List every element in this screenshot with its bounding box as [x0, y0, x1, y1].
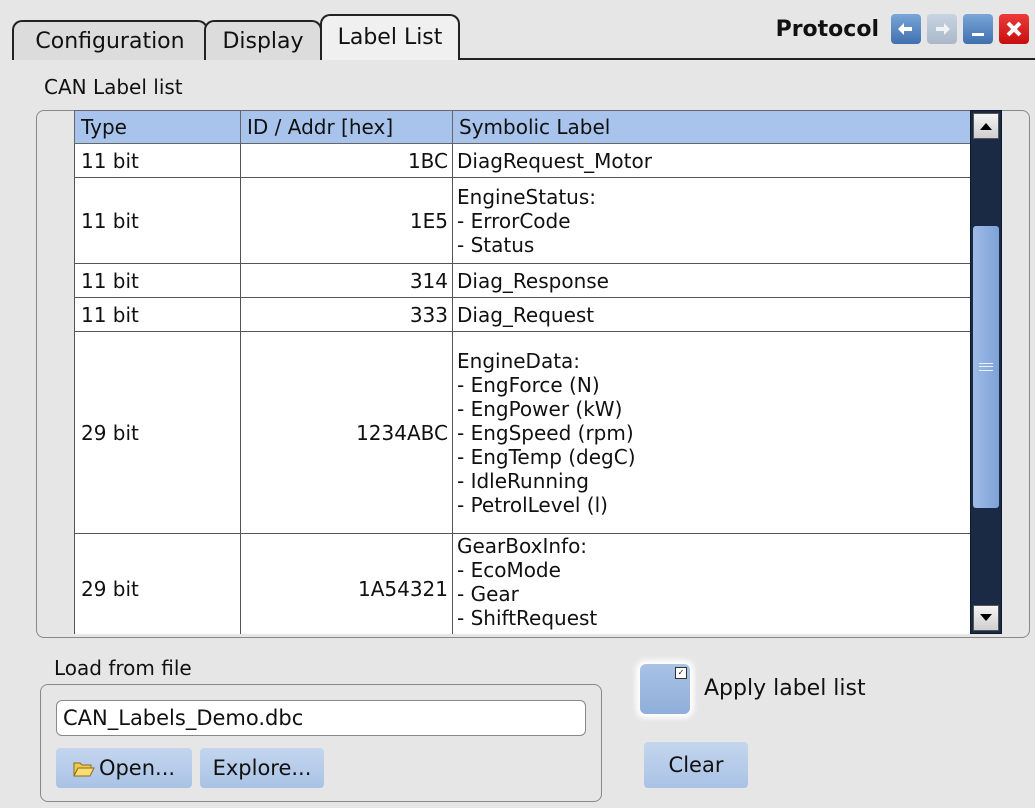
clear-button[interactable]: Clear	[644, 742, 748, 788]
cell-label: Diag_Request	[452, 297, 970, 332]
redo-button[interactable]	[927, 14, 957, 44]
cell-id: 333	[240, 297, 453, 332]
cell-id: 1E5	[240, 177, 453, 264]
scroll-thumb[interactable]	[973, 226, 999, 508]
table-row[interactable]: 29 bit 1A54321 GearBoxInfo: - EcoMode - …	[74, 533, 970, 634]
folder-open-icon	[73, 762, 95, 777]
column-header-id[interactable]: ID / Addr [hex]	[240, 110, 453, 144]
tab-baseline	[458, 58, 1035, 60]
apply-label-list-checkbox[interactable]: ✓	[640, 664, 690, 714]
cell-type: 11 bit	[74, 143, 241, 178]
dialog-title: Protocol	[775, 16, 879, 42]
apply-label-list-label: Apply label list	[704, 676, 866, 701]
close-icon	[1006, 21, 1022, 37]
table-scrollbar[interactable]	[970, 110, 1002, 634]
cell-type: 11 bit	[74, 263, 241, 298]
cell-id: 314	[240, 263, 453, 298]
cell-label: Diag_Response	[452, 263, 970, 298]
cell-id: 1BC	[240, 143, 453, 178]
cell-id: 1234ABC	[240, 331, 453, 534]
open-button-label: Open...	[98, 756, 176, 780]
tab-configuration[interactable]: Configuration	[12, 20, 208, 60]
label-table: Type ID / Addr [hex] Symbolic Label 11 b…	[74, 110, 970, 634]
arrow-down-icon	[980, 614, 992, 621]
cell-label: EngineStatus: - ErrorCode - Status	[452, 177, 970, 264]
grip-icon	[979, 363, 993, 371]
window-title-area: Protocol	[776, 14, 1029, 44]
cell-id: 1A54321	[240, 533, 453, 634]
tab-label-list[interactable]: Label List	[320, 14, 460, 60]
load-from-file-title: Load from file	[54, 656, 192, 680]
table-row[interactable]: 11 bit 314 Diag_Response	[74, 263, 970, 298]
tab-display[interactable]: Display	[204, 20, 322, 60]
table-row[interactable]: 11 bit 333 Diag_Request	[74, 297, 970, 332]
undo-icon	[898, 23, 912, 35]
column-header-type[interactable]: Type	[74, 110, 241, 144]
table-row[interactable]: 29 bit 1234ABC EngineData: - EngForce (N…	[74, 331, 970, 534]
scroll-up-button[interactable]	[973, 113, 999, 139]
minimize-icon	[972, 33, 984, 36]
scroll-down-button[interactable]	[973, 605, 999, 631]
checkbox-check-icon: ✓	[675, 667, 687, 679]
column-header-label[interactable]: Symbolic Label	[452, 110, 970, 144]
label-list-group-title: CAN Label list	[44, 75, 183, 99]
cell-type: 29 bit	[74, 533, 241, 634]
arrow-up-icon	[980, 123, 992, 130]
cell-label: DiagRequest_Motor	[452, 143, 970, 178]
cell-type: 11 bit	[74, 177, 241, 264]
redo-icon	[936, 23, 950, 35]
cell-label: GearBoxInfo: - EcoMode - Gear - ShiftReq…	[452, 533, 970, 634]
open-button[interactable]: Open...	[56, 748, 192, 788]
minimize-button[interactable]	[963, 14, 993, 44]
table-row[interactable]: 11 bit 1BC DiagRequest_Motor	[74, 143, 970, 178]
explore-button[interactable]: Explore...	[200, 748, 324, 788]
cell-label: EngineData: - EngForce (N) - EngPower (k…	[452, 331, 970, 534]
undo-button[interactable]	[891, 14, 921, 44]
cell-type: 11 bit	[74, 297, 241, 332]
cell-type: 29 bit	[74, 331, 241, 534]
label-table-viewport: Type ID / Addr [hex] Symbolic Label 11 b…	[74, 110, 970, 634]
table-row[interactable]: 11 bit 1E5 EngineStatus: - ErrorCode - S…	[74, 177, 970, 264]
file-path-input[interactable]	[56, 700, 586, 736]
tab-bar: Configuration Display Label List Protoco…	[0, 0, 1035, 60]
close-button[interactable]	[999, 14, 1029, 44]
table-header-row: Type ID / Addr [hex] Symbolic Label	[74, 110, 970, 144]
